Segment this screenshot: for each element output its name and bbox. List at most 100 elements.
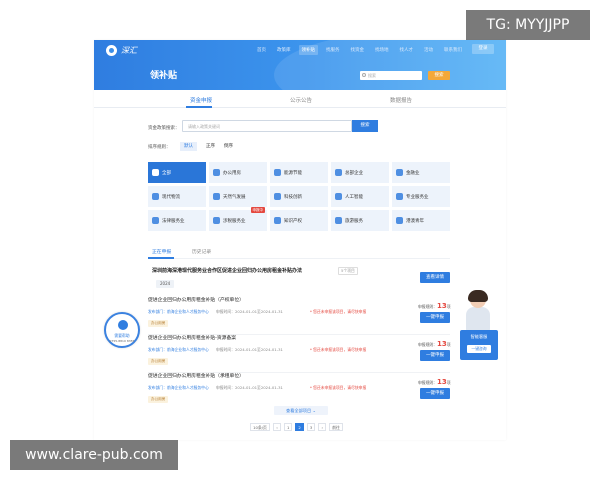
item-count-number: 13 <box>436 302 447 310</box>
people-icon <box>396 217 403 224</box>
category-hk-macau-youth[interactable]: 港澳青年 <box>392 210 450 231</box>
ip-icon <box>274 217 281 224</box>
screenshot-root: TG: MYYJJPP 深汇 首页 政策库 领补贴 找服务 找资金 找场地 找人… <box>0 0 600 480</box>
item-warning: * 您还未申报该项目，请尽快申报 <box>310 347 367 352</box>
category-tax-services[interactable]: 涉税服务业 申报中 <box>209 207 267 231</box>
sort-default[interactable]: 默认 <box>180 142 197 151</box>
list-item: 促进企业回归办公用房租金补贴（产权单位） 发布部门：前海企业和人才服务中心 申报… <box>148 296 451 338</box>
main-nav: 首页 政策库 领补贴 找服务 找资金 找场地 找人才 活动 联系我们 <box>254 45 465 55</box>
category-ai[interactable]: 人工智能 <box>331 186 389 207</box>
sort-ascending[interactable]: 正序 <box>202 142 219 151</box>
next-page-button[interactable]: › <box>318 423 327 431</box>
item-count: 申报规则：13项 <box>418 340 451 348</box>
page-button-active[interactable]: 2 <box>295 423 304 431</box>
headset-icon <box>118 320 128 330</box>
plane-icon <box>335 217 342 224</box>
category-legal-services[interactable]: 法律服务业 <box>148 210 206 231</box>
nav-item[interactable]: 联系我们 <box>441 45 465 55</box>
item-count: 申报规则：13项 <box>418 378 451 386</box>
nav-item[interactable]: 找资金 <box>348 45 368 55</box>
list-item: 促进企业回归办公用房租金补贴-资源备案 发布部门：前海企业和人才服务中心 申报时… <box>148 334 451 376</box>
nav-item[interactable]: 政策库 <box>274 45 294 55</box>
item-date: 申报时间：2024-01-01至2024-01-31 <box>216 347 283 352</box>
sort-descending[interactable]: 倒序 <box>220 142 237 151</box>
section-tabs: 资金申报 公示公告 数据报告 <box>94 94 506 108</box>
nav-item[interactable]: 找服务 <box>323 45 343 55</box>
header-search-input[interactable]: 搜索 <box>360 71 422 80</box>
category-label: 人工智能 <box>345 194 363 200</box>
page-button[interactable]: 3 <box>306 423 316 431</box>
divider <box>148 258 450 259</box>
assistant-widget[interactable]: 智能客服 一键咨询 <box>460 290 498 362</box>
item-count: 申报规则：13项 <box>418 302 451 310</box>
goto-page-button[interactable]: 前往 <box>329 423 343 431</box>
item-title[interactable]: 促进企业回归办公用房租金补贴（产权单位） <box>148 296 244 303</box>
policy-search-button[interactable]: 搜索 <box>352 120 378 132</box>
category-label: 办公用房 <box>223 170 241 176</box>
nav-item[interactable]: 找人才 <box>397 45 417 55</box>
header-banner: 深汇 首页 政策库 领补贴 找服务 找资金 找场地 找人才 活动 联系我们 登录… <box>94 40 506 90</box>
coin-icon <box>396 169 403 176</box>
lightbulb-icon <box>274 193 281 200</box>
category-label: 科技创新 <box>284 194 302 200</box>
nav-item[interactable]: 找场地 <box>372 45 392 55</box>
logo-text: 深汇 <box>121 46 137 55</box>
tab-history[interactable]: 历史记录 <box>192 248 211 255</box>
item-warning: * 您还未申报该项目，请尽快申报 <box>310 385 367 390</box>
item-warning: * 您还未申报该项目，请尽快申报 <box>310 309 367 314</box>
item-count-number: 13 <box>436 378 447 386</box>
header-search-button[interactable]: 搜索 <box>428 71 450 80</box>
category-office[interactable]: 办公用房 <box>209 162 267 183</box>
assistant-title: 智能客服 <box>470 334 488 339</box>
nav-item[interactable]: 首页 <box>254 45 269 55</box>
assistant-panel: 智能客服 一键咨询 <box>460 330 498 360</box>
tab-data-reports[interactable]: 数据报告 <box>390 96 412 104</box>
nav-item-active[interactable]: 领补贴 <box>298 45 318 55</box>
page-button[interactable]: 1 <box>284 423 293 431</box>
apply-button[interactable]: 一键申报 <box>420 388 450 399</box>
site-logo[interactable]: 深汇 <box>106 45 137 56</box>
prev-page-button[interactable]: ‹ <box>273 423 281 431</box>
category-label: 港澳青年 <box>406 218 424 224</box>
category-logistics[interactable]: 现代物流 <box>148 186 206 207</box>
tab-ongoing[interactable]: 正在申报 <box>152 248 171 255</box>
policy-search-input[interactable]: 请输入政策关键词 <box>182 120 352 132</box>
apply-button[interactable]: 一键申报 <box>420 350 450 361</box>
item-count-label: 申报规则： <box>418 342 437 347</box>
category-all[interactable]: 全部 <box>148 162 206 183</box>
category-headquarters[interactable]: 总部企业 <box>331 162 389 183</box>
category-natural-gas[interactable]: 天然气发展 <box>209 186 267 207</box>
item-publisher: 发布部门：前海企业和人才服务中心 <box>148 385 209 390</box>
page-size-select[interactable]: 10条/页 <box>250 423 270 431</box>
category-label: 天然气发展 <box>223 194 246 200</box>
nav-item[interactable]: 活动 <box>421 45 436 55</box>
sub-tab-active-indicator <box>148 257 174 259</box>
crown-icon <box>335 169 342 176</box>
featured-policy-title[interactable]: 深圳前海深港现代服务业合作区促进企业回归办公用房租金补贴办法 <box>152 267 302 274</box>
page-card: 深汇 首页 政策库 领补贴 找服务 找资金 找场地 找人才 活动 联系我们 登录… <box>94 40 506 440</box>
tab-fund-apply[interactable]: 资金申报 <box>190 96 212 104</box>
category-label: 法律服务业 <box>162 218 185 224</box>
watermark-bottom-left: www.clare-pub.com <box>10 440 178 470</box>
category-tech-innovation[interactable]: 科技创新 <box>270 186 328 207</box>
category-tourism[interactable]: 旅游服务 <box>331 210 389 231</box>
help-widget-phone: 0755-8810 8355 <box>109 339 135 343</box>
item-title[interactable]: 促进企业回归办公用房租金补贴（承租单位） <box>148 372 244 379</box>
search-icon <box>362 73 366 77</box>
category-finance[interactable]: 金融业 <box>392 162 450 183</box>
category-label: 涉税服务业 <box>223 218 246 224</box>
item-date: 申报时间：2024-01-01至2024-01-31 <box>216 309 283 314</box>
grid-icon <box>152 169 159 176</box>
view-all-button[interactable]: 查看全部项目 ⌄ <box>274 406 328 415</box>
category-energy[interactable]: 能源节能 <box>270 162 328 183</box>
category-label: 总部企业 <box>345 170 363 176</box>
login-button[interactable]: 登录 <box>472 44 494 54</box>
view-details-button[interactable]: 查看详情 <box>420 272 450 283</box>
category-ip[interactable]: 知识产权 <box>270 210 328 231</box>
help-widget[interactable]: 需要帮助 0755-8810 8355 <box>104 312 140 348</box>
tab-announcements[interactable]: 公示公告 <box>290 96 312 104</box>
category-professional-services[interactable]: 专业服务业 <box>392 186 450 207</box>
item-title[interactable]: 促进企业回归办公用房租金补贴-资源备案 <box>148 334 236 341</box>
apply-button[interactable]: 一键申报 <box>420 312 450 323</box>
consult-button[interactable]: 一键咨询 <box>467 345 491 353</box>
